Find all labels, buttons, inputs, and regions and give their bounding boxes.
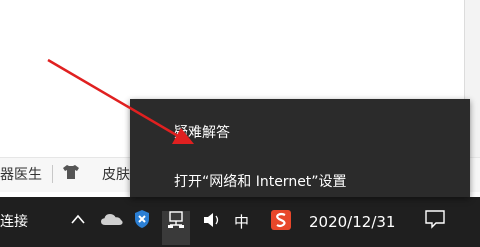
taskbar-date[interactable]: 2020/12/31 [309, 213, 395, 231]
network-icon[interactable] [166, 211, 186, 229]
ime-mode-indicator[interactable]: 中 [234, 211, 249, 232]
chevron-up-icon[interactable] [70, 213, 86, 225]
defender-shield-icon[interactable] [133, 209, 151, 229]
toolbar-item-doctor[interactable]: 器医生 [0, 164, 42, 184]
menu-item-network-settings-label: 打开“网络和 Internet”设置 [174, 174, 347, 190]
network-context-menu: 疑难解答 打开“网络和 Internet”设置 [130, 99, 470, 197]
toolbar-separator [52, 165, 53, 183]
volume-icon[interactable] [202, 212, 222, 228]
menu-item-troubleshoot-label: 疑难解答 [174, 125, 230, 141]
menu-item-network-settings[interactable]: 打开“网络和 Internet”设置 [130, 166, 470, 196]
sogou-ime-icon[interactable] [270, 209, 292, 231]
notification-icon[interactable] [424, 209, 446, 229]
taskbar-left-label[interactable]: 连接 [0, 211, 28, 231]
toolbar-item-skin[interactable]: 皮肤 [102, 164, 130, 184]
menu-item-troubleshoot[interactable]: 疑难解答 [130, 117, 470, 147]
taskbar: 连接 中 2020/12/31 [0, 197, 480, 247]
shirt-icon[interactable] [62, 164, 80, 180]
onedrive-cloud-icon[interactable] [100, 212, 124, 226]
